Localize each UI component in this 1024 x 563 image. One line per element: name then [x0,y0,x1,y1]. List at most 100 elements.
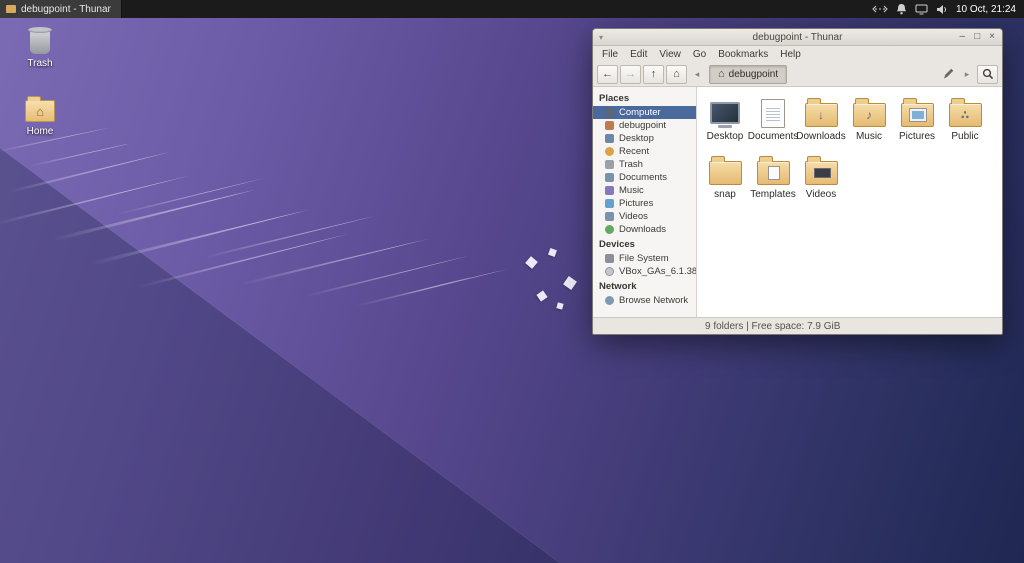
sidebar-item-label: Documents [619,172,668,183]
menu-bar: File Edit View Go Bookmarks Help [593,46,1002,62]
file-downloads[interactable]: ↓ Downloads [796,93,846,151]
folder-icon: ♪ [852,93,886,131]
edit-path-pencil-icon[interactable] [939,65,957,84]
minimize-button[interactable]: – [960,32,966,42]
path-button-debugpoint[interactable]: ⌂ debugpoint [709,64,788,84]
notifications-icon[interactable] [896,3,907,15]
file-label: Pictures [898,131,936,142]
sidebar-item-computer[interactable]: Computer [593,106,696,119]
menu-help[interactable]: Help [774,48,807,61]
toolbar: ← → ↑ ⌂ ◂ ⌂ debugpoint ▸ [593,62,1002,87]
file-desktop[interactable]: Desktop [701,93,749,151]
desktop-icon [605,134,614,143]
forward-button[interactable]: → [620,64,641,84]
file-pictures[interactable]: Pictures [893,93,941,151]
display-icon[interactable] [915,4,928,15]
file-templates[interactable]: Templates [749,151,797,209]
up-button[interactable]: ↑ [643,64,664,84]
menu-file[interactable]: File [596,48,624,61]
disc-icon [605,267,614,276]
pathbar-scroll-right-icon[interactable]: ▸ [959,65,975,84]
home-folder-icon [25,96,55,122]
sidebar-header-devices: Devices [599,239,635,250]
file-music[interactable]: ♪ Music [845,93,893,151]
taskbar-window-label: debugpoint - Thunar [21,3,111,15]
window-body: Places Computer debugpoint Desktop Recent Tra… [593,87,1002,317]
sidebar-item-file-system[interactable]: File System [593,252,696,265]
status-bar: 9 folders | Free space: 7.9 GiB [593,317,1002,334]
trash-icon [605,160,614,169]
sidebar-item-label: VBox_GAs_6.1.38 [619,266,697,277]
folder-icon [708,151,742,189]
file-label: Music [855,131,883,142]
file-videos[interactable]: Videos [797,151,845,209]
search-button[interactable] [977,64,998,84]
documents-icon [605,173,614,182]
sidebar-item-label: Music [619,185,644,196]
path-button-label: debugpoint [728,68,779,80]
sidebar-item-pictures[interactable]: Pictures [593,197,696,210]
sidebar-item-label: debugpoint [619,120,667,131]
sidebar-item-label: Recent [619,146,650,157]
menu-view[interactable]: View [653,48,687,61]
downloads-icon [605,225,614,234]
file-snap[interactable]: snap [701,151,749,209]
sidebar-item-browse-network[interactable]: Browse Network [593,294,696,307]
file-label: Desktop [706,131,744,142]
home-icon: ⌂ [718,68,725,80]
recent-icon [605,147,614,156]
sidebar-item-label: Browse Network [619,295,689,306]
network-icon[interactable] [872,4,888,14]
sidebar-item-label: Videos [619,211,648,222]
window-title: debugpoint - Thunar [752,31,843,43]
file-label: Templates [750,189,796,200]
sidebar-item-downloads[interactable]: Downloads [593,223,696,236]
trash-icon [28,27,52,54]
sidebar-item-documents[interactable]: Documents [593,171,696,184]
folder-icon: ↓ [804,93,838,131]
sidebar-item-label: Downloads [619,224,666,235]
computer-icon [605,108,614,117]
music-icon [605,186,614,195]
menu-go[interactable]: Go [687,48,712,61]
folder-icon [804,151,838,189]
sidebar-item-debugpoint[interactable]: debugpoint [593,119,696,132]
sidebar-header-places: Places [599,93,630,104]
sidebar-item-label: Trash [619,159,643,170]
file-public[interactable]: ∴ Public [941,93,989,151]
sidebar-item-desktop[interactable]: Desktop [593,132,696,145]
thunar-window: ▾ debugpoint - Thunar – □ × File Edit View… [592,28,1003,335]
desktop-monitor-icon [710,93,740,131]
titlebar[interactable]: ▾ debugpoint - Thunar – □ × [593,29,1002,46]
sidebar-item-recent[interactable]: Recent [593,145,696,158]
home-icon [605,121,614,130]
folder-icon [756,151,790,189]
folder-icon: ∴ [948,93,982,131]
top-panel: debugpoint - Thunar 10 Oct, 21:24 [0,0,1024,18]
menu-bookmarks[interactable]: Bookmarks [712,48,774,61]
sidebar-item-vbox-gas-6-1-38[interactable]: VBox_GAs_6.1.38 [593,265,696,278]
sidebar-item-trash[interactable]: Trash [593,158,696,171]
file-grid[interactable]: Desktop Documents ↓ Downloads ♪ Music Pictures… [697,87,1002,317]
menu-edit[interactable]: Edit [624,48,653,61]
sidebar-item-music[interactable]: Music [593,184,696,197]
close-button[interactable]: × [989,32,995,42]
home-button[interactable]: ⌂ [666,64,687,84]
desktop-icon-trash[interactable]: Trash [12,27,68,69]
system-tray: 10 Oct, 21:24 [872,3,1024,15]
file-label: Videos [805,189,837,200]
desktop-icon-home[interactable]: Home [12,96,68,137]
maximize-button[interactable]: □ [974,32,980,42]
folder-icon [900,93,934,131]
file-label: Public [951,131,979,142]
clock[interactable]: 10 Oct, 21:24 [956,4,1016,15]
taskbar-window-button[interactable]: debugpoint - Thunar [0,0,122,18]
window-menu-icon[interactable]: ▾ [599,33,603,42]
back-button[interactable]: ← [597,64,618,84]
file-label: snap [714,189,736,200]
thunar-icon [6,5,16,13]
file-documents[interactable]: Documents [748,93,798,151]
sidebar-item-videos[interactable]: Videos [593,210,696,223]
pathbar-scroll-left-icon[interactable]: ◂ [689,65,705,84]
volume-icon[interactable] [936,4,948,15]
